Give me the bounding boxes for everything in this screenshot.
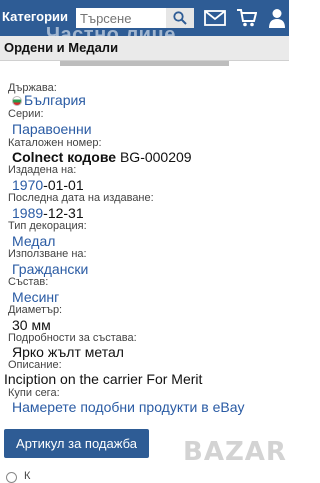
detail-label: Последна дата на издаване: — [8, 192, 154, 204]
radio-button[interactable] — [6, 472, 17, 483]
last-issue-date-rest: -12-31 — [43, 205, 84, 221]
decoration-type-link[interactable]: Медал — [12, 233, 55, 249]
last-issue-date: 1989-12-31 — [12, 205, 84, 221]
mail-icon[interactable] — [204, 10, 226, 26]
last-issue-year-link[interactable]: 1989 — [12, 205, 43, 221]
detail-label: Каталожен номер: — [8, 137, 102, 149]
composition-details-value: Ярко жълт метал — [12, 344, 124, 360]
description-value: Inciption on the carrier For Merit — [4, 371, 203, 387]
usage-link[interactable]: Граждански — [12, 261, 88, 277]
detail-label: Издадена на: — [8, 164, 77, 176]
detail-value: България — [24, 92, 86, 108]
categories-button[interactable]: Категории — [2, 9, 68, 24]
detail-label: Подробности за състава: — [8, 332, 137, 344]
cart-icon[interactable] — [237, 9, 257, 27]
issue-date: 1970-01-01 — [12, 177, 84, 193]
bulgaria-flag-icon — [12, 96, 22, 106]
catalog-code-value: BG-000209 — [119, 149, 192, 165]
issue-year-link[interactable]: 1970 — [12, 177, 43, 193]
bottom-label: К — [24, 470, 31, 482]
composition-link[interactable]: Месинг — [12, 289, 59, 305]
detail-label: Описание: — [8, 359, 62, 371]
bazar-logo: BAZAR — [183, 437, 287, 467]
user-icon[interactable] — [268, 8, 286, 28]
detail-label: Серии: — [8, 108, 44, 120]
country-link[interactable]: България — [12, 92, 86, 108]
item-for-sale-button[interactable]: Артикул за подажба — [4, 429, 149, 458]
series-link[interactable]: Паравоенни — [12, 121, 92, 137]
ebay-link[interactable]: Намерете подобни продукти в eBay — [12, 399, 244, 415]
subheader: Ордени и Медали — [0, 36, 289, 61]
detail-label: Купи сега: — [8, 387, 60, 399]
detail-label: Състав: — [8, 276, 49, 288]
item-image-edge — [60, 61, 229, 66]
page-title: Ордени и Медали — [4, 40, 119, 55]
detail-label: Диаметър: — [8, 304, 63, 316]
issue-date-rest: -01-01 — [43, 177, 84, 193]
detail-label: Тип декорация: — [8, 220, 87, 232]
diameter-value: 30 мм — [12, 317, 51, 333]
catalog-number: Colnect кодове BG-000209 — [12, 149, 192, 165]
detail-label: Използване на: — [8, 248, 87, 260]
catalog-code-label: Colnect кодове — [12, 149, 117, 165]
top-bar: Категории Частно лице — [0, 0, 289, 46]
search-icon — [173, 11, 187, 25]
